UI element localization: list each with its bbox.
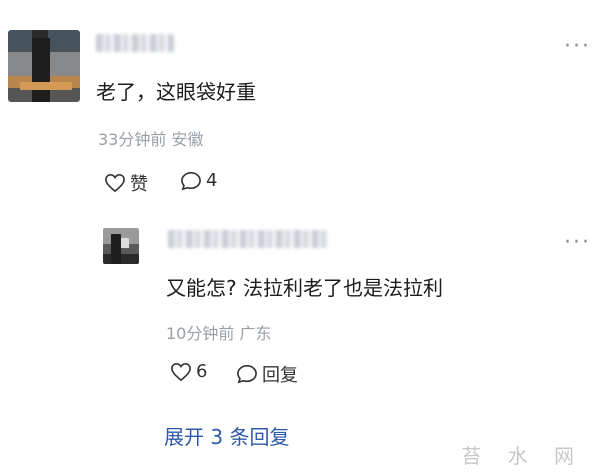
reply-button-1[interactable]: 4	[180, 170, 217, 191]
comment-text-1: 老了，这眼袋好重	[96, 80, 256, 104]
reply-label: 回复	[262, 365, 298, 386]
heart-outline-icon	[105, 173, 125, 193]
like-label: 赞	[130, 174, 148, 195]
comment-bubble-icon	[237, 364, 257, 384]
like-count: 6	[196, 361, 208, 382]
username-blurred-1[interactable]	[96, 34, 174, 52]
expand-replies-link[interactable]: 展开 3 条回复	[164, 421, 289, 450]
reply-button-2[interactable]: 回复	[236, 361, 298, 387]
username-blurred-2[interactable]	[168, 230, 328, 248]
reply-count: 4	[206, 170, 218, 191]
like-button-2[interactable]: 6	[170, 361, 207, 382]
avatar-commenter-2[interactable]	[103, 228, 139, 264]
more-options-icon[interactable]: ···	[564, 232, 591, 254]
like-button-1[interactable]: 赞	[104, 170, 148, 196]
comment-text-2: 又能怎? 法拉利老了也是法拉利	[166, 276, 443, 300]
comment-meta-1: 33分钟前 安徽	[98, 130, 204, 149]
watermark: 苔 水 网	[461, 444, 584, 468]
comment-meta-2: 10分钟前 广东	[166, 324, 272, 343]
comment-bubble-icon	[181, 171, 201, 190]
heart-outline-icon	[171, 362, 191, 381]
more-options-icon[interactable]: ···	[564, 36, 591, 58]
avatar-commenter-1[interactable]	[8, 30, 80, 102]
